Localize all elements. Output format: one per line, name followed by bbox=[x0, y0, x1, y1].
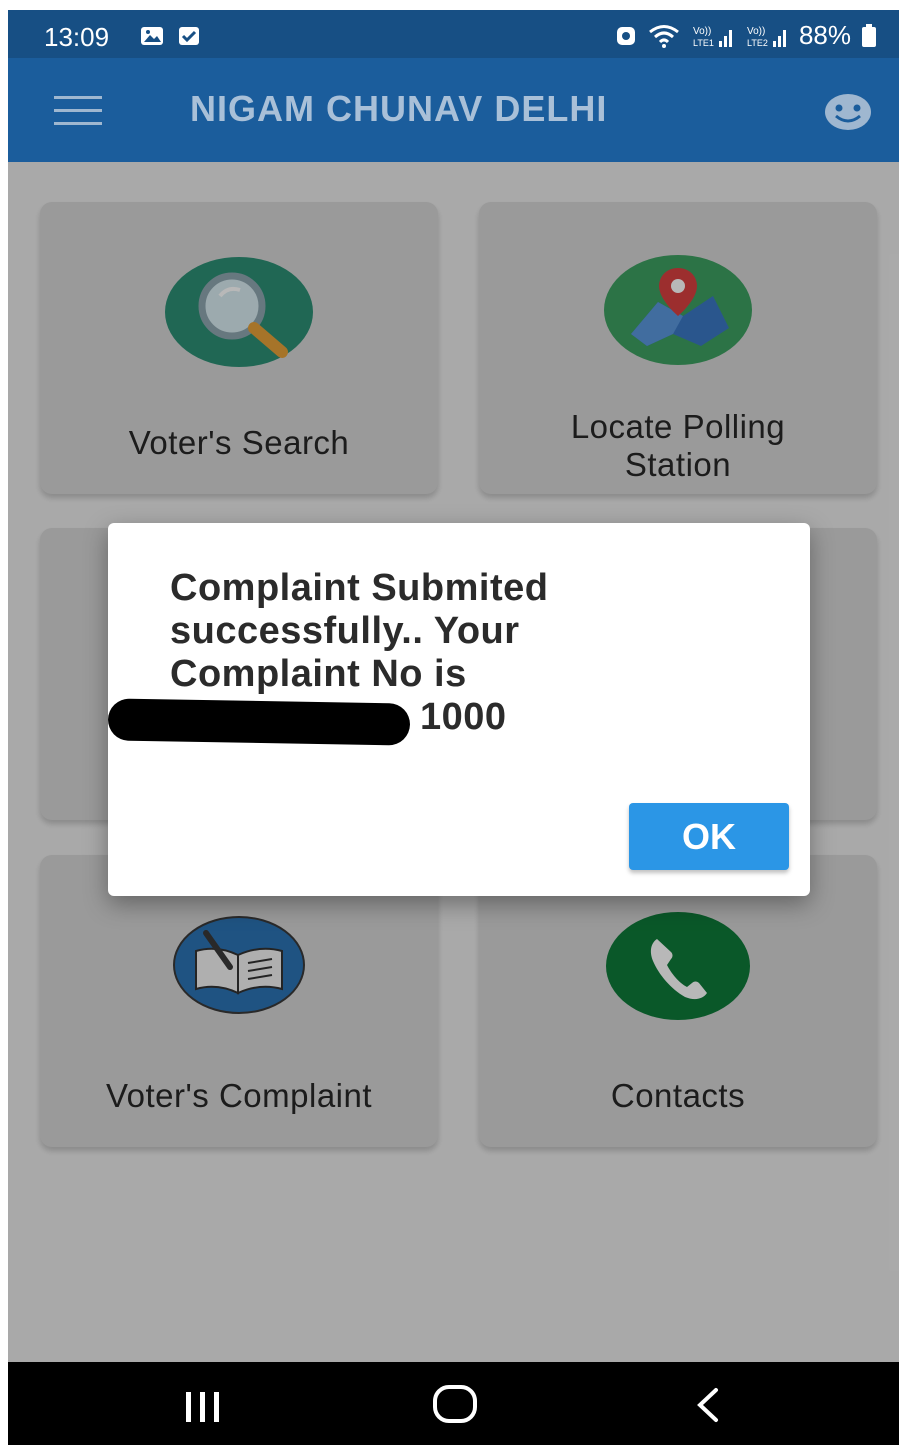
app-title: NIGAM CHUNAV DELHI bbox=[190, 88, 608, 129]
gallery-icon bbox=[141, 27, 163, 45]
wifi-icon bbox=[649, 24, 679, 48]
battery-percent: 88% bbox=[798, 20, 851, 50]
message-line-3: Complaint No is bbox=[170, 653, 467, 695]
complaint-success-dialog: Complaint Submited successfully.. Your C… bbox=[107, 523, 810, 896]
hamburger-menu-icon[interactable] bbox=[54, 96, 102, 126]
svg-text:Vo)): Vo)) bbox=[693, 26, 711, 37]
volte-lte1-signal-icon: Vo)) LTE1 bbox=[693, 26, 732, 48]
face-icon[interactable] bbox=[822, 92, 874, 132]
screen-record-icon bbox=[616, 26, 635, 45]
back-icon[interactable] bbox=[692, 1386, 722, 1424]
status-bar: 13:09 Vo)) LTE1 Vo)) LTE2 88% bbox=[8, 10, 899, 58]
checkbox-icon bbox=[179, 27, 199, 45]
redaction-mark bbox=[107, 698, 411, 746]
recent-apps-icon[interactable] bbox=[182, 1390, 224, 1424]
message-line-2: successfully.. Your bbox=[170, 610, 520, 652]
svg-text:LTE1: LTE1 bbox=[693, 38, 714, 48]
message-line-1: Complaint Submited bbox=[170, 567, 549, 609]
app-bar: NIGAM CHUNAV DELHI bbox=[8, 58, 899, 162]
ok-button[interactable]: OK bbox=[629, 803, 789, 870]
svg-text:LTE2: LTE2 bbox=[747, 38, 768, 48]
status-time: 13:09 bbox=[44, 22, 110, 52]
system-nav-bar bbox=[8, 1362, 899, 1445]
volte-lte2-signal-icon: Vo)) LTE2 bbox=[747, 26, 786, 48]
home-icon[interactable] bbox=[432, 1384, 478, 1424]
phone-screen: 13:09 Vo)) LTE1 Vo)) LTE2 88% NIGAM CHUN… bbox=[8, 10, 899, 1445]
battery-icon bbox=[862, 23, 876, 47]
svg-text:Vo)): Vo)) bbox=[747, 26, 765, 37]
